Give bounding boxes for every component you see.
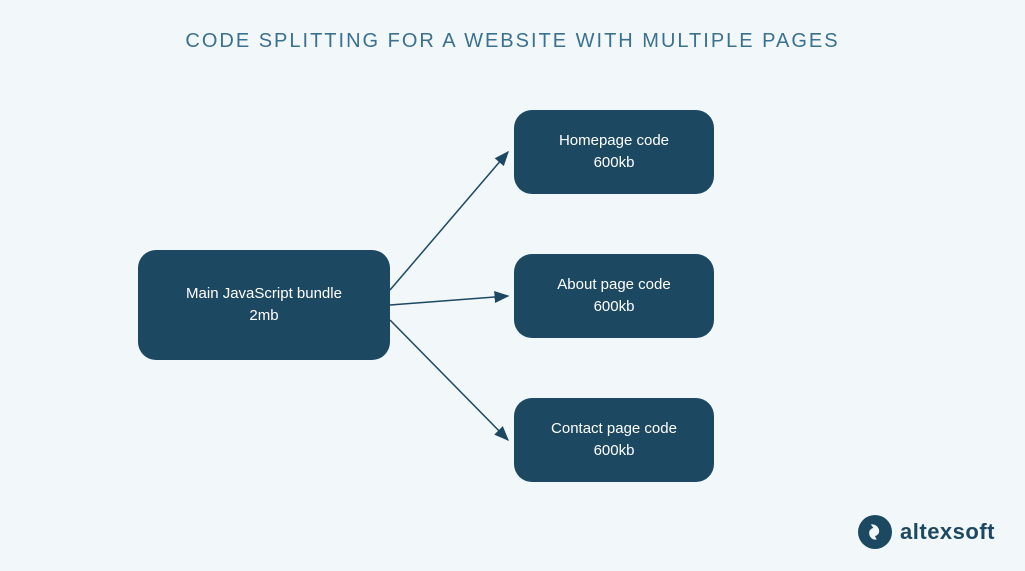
about-size: 600kb [594, 296, 635, 319]
homepage-label: Homepage code [559, 130, 669, 153]
arrow-to-about [390, 296, 508, 305]
contact-size: 600kb [594, 440, 635, 463]
diagram-canvas: Main JavaScript bundle 2mb Homepage code… [0, 0, 1025, 571]
brand-mark-icon [858, 515, 892, 549]
arrow-to-homepage [390, 152, 508, 290]
main-bundle-label: Main JavaScript bundle [186, 283, 342, 306]
homepage-code-box: Homepage code 600kb [514, 110, 714, 194]
main-bundle-size: 2mb [249, 305, 278, 328]
about-code-box: About page code 600kb [514, 254, 714, 338]
contact-code-box: Contact page code 600kb [514, 398, 714, 482]
brand-text: altexsoft [900, 519, 995, 545]
main-bundle-box: Main JavaScript bundle 2mb [138, 250, 390, 360]
contact-label: Contact page code [551, 418, 677, 441]
homepage-size: 600kb [594, 152, 635, 175]
brand-logo: altexsoft [858, 515, 995, 549]
about-label: About page code [557, 274, 670, 297]
arrow-to-contact [390, 320, 508, 440]
